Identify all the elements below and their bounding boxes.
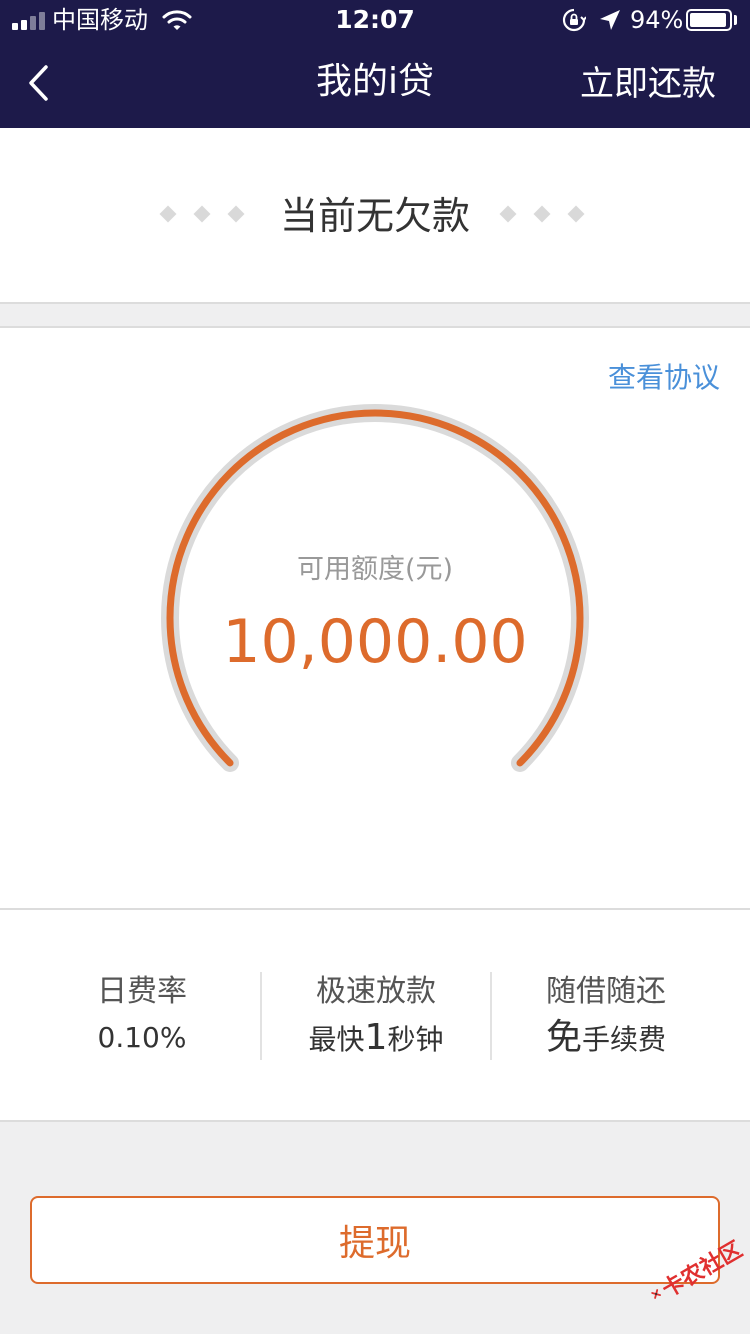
battery-level xyxy=(690,13,726,27)
feature-fast-loan: 极速放款 最快1秒钟 xyxy=(262,972,490,1062)
feature-title: 极速放款 xyxy=(316,974,436,1009)
right-diamond-ornament xyxy=(499,205,585,223)
battery-tip xyxy=(734,15,737,25)
credit-card: 查看协议 可用额度(元) 10,000.00 xyxy=(0,326,750,910)
features-section: 日费率 0.10% 极速放款 最快1秒钟 随借随还 免手续费 xyxy=(0,910,750,1122)
status-bar: 中国移动 12:07 94% xyxy=(0,0,750,40)
feature-value-suffix: 秒钟 xyxy=(387,1023,444,1056)
feature-value: 最快1秒钟 xyxy=(262,1016,490,1062)
feature-value: 0.10% xyxy=(97,1021,187,1054)
feature-title: 日费率 xyxy=(97,974,187,1009)
rotation-lock-icon xyxy=(562,8,586,32)
repay-now-button[interactable]: 立即还款 xyxy=(580,56,716,112)
debt-status-card: 当前无欠款 xyxy=(0,128,750,304)
feature-value-emphasis: 免 xyxy=(545,1017,582,1058)
feature-flexible-repay: 随借随还 免手续费 xyxy=(492,972,720,1062)
top-bar: 中国移动 12:07 94% 我的i贷 立即还款 xyxy=(0,0,750,128)
feature-value-suffix: 手续费 xyxy=(582,1023,667,1056)
location-arrow-icon xyxy=(600,10,620,30)
withdraw-button[interactable]: 提现 xyxy=(30,1196,720,1284)
battery-percentage: 94% xyxy=(630,6,684,34)
feature-daily-rate: 日费率 0.10% xyxy=(22,972,262,1060)
feature-value-emphasis: 1 xyxy=(364,1017,388,1058)
feature-value-prefix: 最快 xyxy=(308,1023,365,1056)
battery-icon xyxy=(686,9,732,31)
available-credit-amount: 10,000.00 xyxy=(222,607,528,677)
feature-value: 免手续费 xyxy=(492,1016,720,1062)
feature-title: 随借随还 xyxy=(546,974,666,1009)
available-credit-label: 可用额度(元) xyxy=(296,554,454,585)
debt-status-text: 当前无欠款 xyxy=(279,194,470,238)
